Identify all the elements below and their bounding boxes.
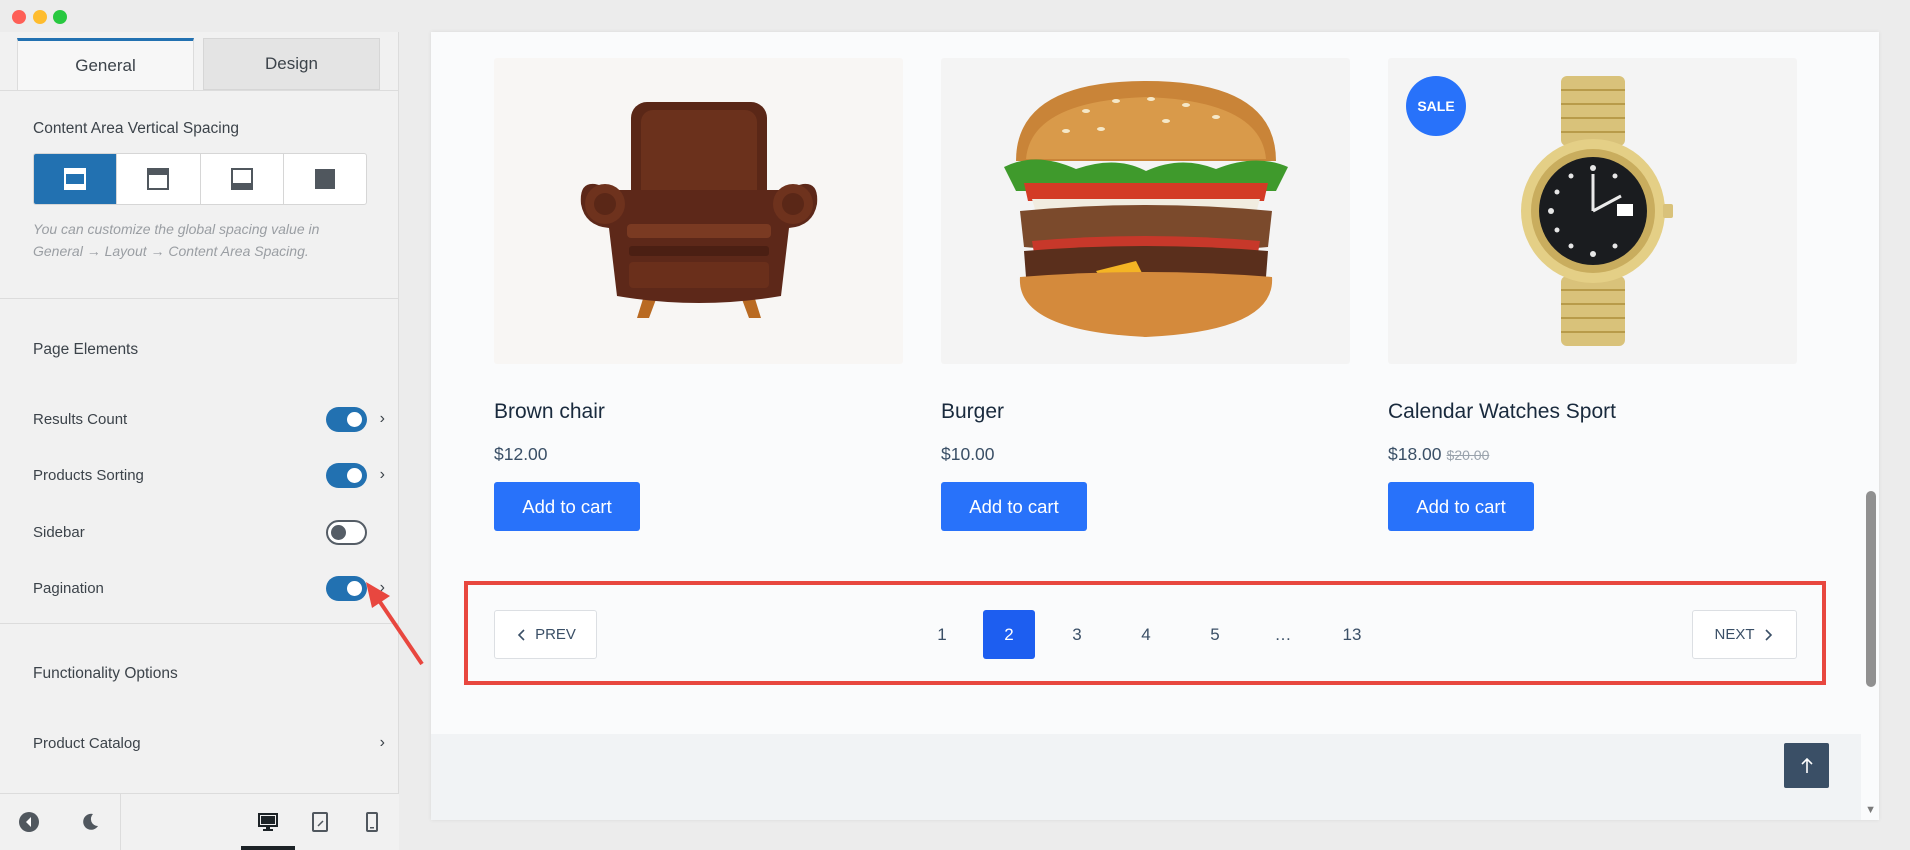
option-label: Products Sorting [33,466,144,484]
option-products-sorting: Products Sorting › [33,460,385,490]
back-to-top-button[interactable] [1784,743,1829,788]
chevron-right-icon[interactable]: › [367,466,385,484]
pagination-page[interactable]: 13 [1326,610,1378,659]
pagination-page-current[interactable]: 2 [983,610,1035,659]
pagination-prev-label: PREV [535,626,576,643]
tablet-icon[interactable] [308,810,332,834]
armchair-illustration [580,102,817,318]
pagination-page[interactable]: 5 [1189,610,1241,659]
chevron-right-icon [1764,628,1772,641]
results-count-toggle[interactable] [326,406,367,432]
customizer-sidebar: General Design Content Area Vertical Spa… [0,32,399,850]
product-image[interactable] [494,58,903,364]
product-card: Brown chair $12.00 Add to cart [494,58,903,531]
customizer-footer-bar [0,793,399,850]
spacing-top-bottom-button[interactable] [34,154,118,204]
pagination-prev-button[interactable]: PREV [494,610,597,659]
spacing-top-only-button[interactable] [117,154,201,204]
product-price: $10.00 [941,444,1350,465]
product-title[interactable]: Burger [941,400,1350,424]
product-title[interactable]: Brown chair [494,400,903,424]
pagination-page[interactable]: 4 [1120,610,1172,659]
content-spacing-label: Content Area Vertical Spacing [33,120,239,137]
spacing-bottom-only-icon [230,168,253,190]
pagination-next-label: NEXT [1714,626,1755,643]
add-to-cart-button[interactable]: Add to cart [494,482,640,531]
spacing-help-text: You can customize the global spacing val… [33,221,320,259]
window-titlebar [0,0,1910,32]
product-card: SALE Calendar Watches Sport $18.00 $20.0… [1388,58,1797,531]
functionality-heading: Functionality Options [33,665,178,682]
minimize-window-button[interactable] [33,10,47,24]
chevron-left-icon [517,628,525,641]
watch-illustration [1520,76,1673,346]
option-label: Pagination [33,579,104,597]
product-card: Burger $10.00 Add to cart [941,58,1350,531]
scrollbar-thumb[interactable] [1866,491,1876,687]
product-image[interactable] [941,58,1350,364]
product-image[interactable]: SALE [1388,58,1797,364]
spacing-top-only-icon [147,168,170,190]
desktop-icon[interactable] [256,810,280,834]
mobile-icon[interactable] [360,810,384,834]
option-label: Sidebar [33,523,85,541]
price-current: $10.00 [941,444,995,464]
pagination-ellipsis: … [1274,624,1292,644]
option-sidebar: Sidebar › [33,517,385,547]
sidebar-toggle[interactable] [326,519,367,545]
pagination-page[interactable]: 1 [916,610,968,659]
spacing-none-icon [314,169,335,189]
page-elements-heading: Page Elements [33,341,139,358]
option-label: Product Catalog [33,734,141,752]
option-product-catalog[interactable]: Product Catalog › [33,728,385,758]
chevron-right-icon[interactable]: › [367,734,385,752]
pagination-page[interactable]: 3 [1051,610,1103,659]
section-divider [0,623,399,624]
spacing-top-bottom-icon [64,168,87,190]
annotation-arrow-icon [366,582,424,666]
footer-separator [120,794,121,850]
section-divider [0,298,399,299]
tab-general[interactable]: General [17,38,194,90]
add-to-cart-button[interactable]: Add to cart [941,482,1087,531]
sale-badge: SALE [1406,76,1466,136]
close-window-button[interactable] [12,10,26,24]
active-device-indicator [241,846,295,850]
price-current: $12.00 [494,444,548,464]
site-footer [431,734,1861,820]
product-title[interactable]: Calendar Watches Sport [1388,400,1797,424]
add-to-cart-button[interactable]: Add to cart [1388,482,1534,531]
tab-design[interactable]: Design [203,38,380,90]
spacing-bottom-only-button[interactable] [201,154,284,204]
price-original: $20.00 [1446,447,1490,463]
scroll-down-arrow-icon[interactable]: ▼ [1865,804,1876,816]
product-price: $18.00 $20.00 [1388,444,1797,465]
pagination-next-button[interactable]: NEXT [1692,610,1797,659]
arrow-up-icon [1800,757,1813,773]
option-results-count: Results Count › [33,404,385,434]
panel-tabs: General Design [17,38,382,90]
burger-illustration [1003,81,1288,337]
products-sorting-toggle[interactable] [326,462,367,488]
back-icon[interactable] [17,810,41,834]
price-current: $18.00 [1388,444,1442,464]
content-spacing-options [33,153,367,205]
maximize-window-button[interactable] [53,10,67,24]
product-price: $12.00 [494,444,903,465]
option-pagination: Pagination › [33,573,385,603]
spacing-none-button[interactable] [284,154,366,204]
tabs-divider [0,90,399,91]
site-preview: Brown chair $12.00 Add to cart Burger $1… [431,32,1879,820]
dark-mode-icon[interactable] [78,810,102,834]
chevron-right-icon[interactable]: › [367,410,385,428]
option-label: Results Count [33,410,128,428]
preview-scrollbar: ▼ [1862,32,1879,820]
